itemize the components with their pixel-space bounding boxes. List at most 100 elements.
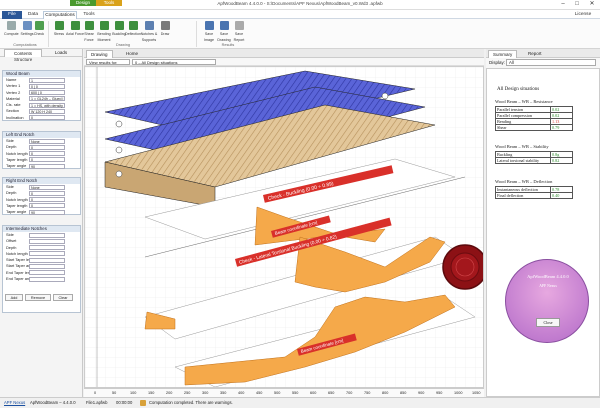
x-tick-label: 700 (346, 391, 353, 395)
version-text: ApfWoodBeam – 4.4.0.0 (30, 400, 76, 405)
tab-file[interactable]: File (2, 11, 22, 19)
compute-icon (6, 21, 16, 30)
check-button[interactable]: Check (32, 21, 46, 37)
notches-button[interactable]: Notches & Supports (140, 21, 158, 43)
ribbon-button-label: Bending Moment (97, 32, 111, 42)
field-value[interactable]: 90 (29, 163, 65, 169)
field-label: Inclination (6, 114, 24, 120)
remove-button[interactable]: Remove (25, 294, 51, 301)
tab-report[interactable]: Report (524, 50, 546, 58)
field-label: Depth (6, 144, 17, 150)
field-value[interactable]: 1 = HS, with density (29, 102, 65, 108)
field-value[interactable]: 0 (29, 203, 65, 209)
x-tick-label: 850 (400, 391, 407, 395)
app-window: Design Tools ApfWoodBeam 4.4.0.0 - S:\Do… (0, 0, 600, 408)
report-row: Final deflection 0.40 (495, 192, 573, 199)
context-tools: Tools (96, 0, 122, 6)
field-value[interactable]: 0 (29, 157, 65, 163)
display-label: Display: (489, 60, 506, 65)
field-label: Taper angle (6, 209, 27, 215)
tab-drawing[interactable]: Drawing (86, 50, 113, 58)
resistance-table: Parallel tension 0.02 Parallel compression… (495, 106, 573, 131)
field-value[interactable]: 1 (29, 77, 65, 83)
license-link[interactable]: License (570, 11, 596, 19)
check-name: Final deflection (495, 192, 551, 199)
report-heading: All Design situations (497, 87, 540, 92)
field-value[interactable] (29, 245, 65, 251)
context-design: Design (70, 0, 96, 6)
field-value[interactable]: 1 = GL24h – Glued l (29, 96, 65, 102)
tab-data[interactable]: Data (24, 11, 42, 19)
group-drawing: Drawing (116, 43, 130, 47)
field-value[interactable]: 0 (29, 197, 65, 203)
field-value[interactable]: None (29, 184, 65, 190)
field-value[interactable] (29, 264, 65, 270)
display-bar: Display: All (486, 58, 600, 68)
field-value[interactable]: None (29, 138, 65, 144)
field-value[interactable]: 0 | 0 (29, 83, 65, 89)
compute-button[interactable]: Compute (4, 21, 19, 37)
tab-home[interactable]: Home (122, 50, 142, 58)
field-value[interactable]: W 120 H 240 (29, 109, 65, 115)
notch-buttons: Add Remove Clear (5, 294, 79, 302)
right-tabs: Summary Report (486, 49, 600, 58)
field-value[interactable]: 0 (29, 144, 65, 150)
tab-loads[interactable]: Loads (44, 49, 78, 57)
tab-contents[interactable]: Contents (4, 49, 42, 57)
field-value[interactable] (29, 251, 65, 257)
stress-icon (54, 21, 64, 30)
clear-button[interactable]: Clear (53, 294, 73, 301)
stress-button[interactable]: Stress (52, 21, 66, 37)
x-tick-label: 150 (148, 391, 155, 395)
ribbon-button-label: Stress (53, 32, 65, 36)
x-tick-label: 750 (364, 391, 371, 395)
x-tick-label: 1050 (472, 391, 481, 395)
ribbon-button-label: Draw (160, 32, 170, 36)
view-results-bar: View results for: 0 – All Design situati… (84, 58, 484, 66)
stability-title: Wood Beam – WB – Stability (495, 144, 549, 149)
close-button[interactable]: ✕ (585, 0, 599, 9)
left-end-notch-section: Left End Notch Side None Depth 0 Notch lengt… (2, 131, 81, 169)
field-label: Notch length (6, 150, 28, 156)
document-tabs: Drawing Home (84, 49, 484, 58)
structure-panel: Contents Loads Structure Wood Beam Name 1… (0, 49, 83, 397)
ribbon-button-label: Save Drawing (217, 32, 231, 42)
drawing-canvas[interactable]: Check - Buckling (0.00 ÷ 0.89) Check - L… (84, 66, 484, 388)
about-close-button[interactable]: Close (536, 318, 560, 327)
apf-nexus-link[interactable]: APF Nexus (4, 398, 25, 408)
ribbon-button-label: Save Report (233, 32, 245, 42)
ribbon: Compute Settings Check Stress Axial Force She… (0, 19, 600, 49)
field-row: Taper angle 90 (3, 163, 80, 169)
tab-computations[interactable]: Computations (43, 11, 77, 19)
deflection-table: Instantaneous deflection 0.78 Final deflec… (495, 186, 573, 199)
display-select[interactable]: All (506, 59, 596, 66)
field-row: Inclination 0 (3, 115, 80, 121)
stability-table: Buckling 0.8g Lateral torsional stability 0… (495, 151, 573, 164)
field-value[interactable]: 0 (29, 115, 65, 121)
view-results-label: View results for: (86, 59, 130, 65)
field-label: Offset (6, 238, 17, 244)
tab-tools[interactable]: Tools (80, 11, 98, 19)
draw-button[interactable]: Draw (158, 21, 172, 37)
right-end-notch-section: Right End Notch Side None Depth 0 Notch leng… (2, 177, 81, 215)
axial-force-icon (70, 21, 80, 30)
tab-summary[interactable]: Summary (488, 50, 518, 58)
field-label: Side (6, 138, 14, 143)
save-report-button[interactable]: Save Report (230, 21, 248, 43)
field-value[interactable]: 90 (29, 209, 65, 215)
check-value: 0.40 (550, 192, 573, 199)
field-value[interactable]: 0 (29, 151, 65, 157)
field-value[interactable] (29, 276, 65, 282)
drawing-svg: Check - Buckling (0.00 ÷ 0.89) Check - L… (85, 67, 483, 387)
field-value[interactable] (29, 238, 65, 244)
field-value[interactable]: 600 | 0 (29, 90, 65, 96)
field-value[interactable]: 0 (29, 190, 65, 196)
maximize-button[interactable]: □ (570, 0, 584, 9)
field-value[interactable] (29, 232, 65, 238)
minimize-button[interactable]: – (556, 0, 570, 9)
design-situation-select[interactable]: 0 – All Design situations (132, 59, 216, 65)
add-button[interactable]: Add (5, 294, 23, 301)
field-value[interactable] (29, 257, 65, 263)
check-name: Lateral torsional stability (495, 157, 551, 164)
field-value[interactable] (29, 270, 65, 276)
